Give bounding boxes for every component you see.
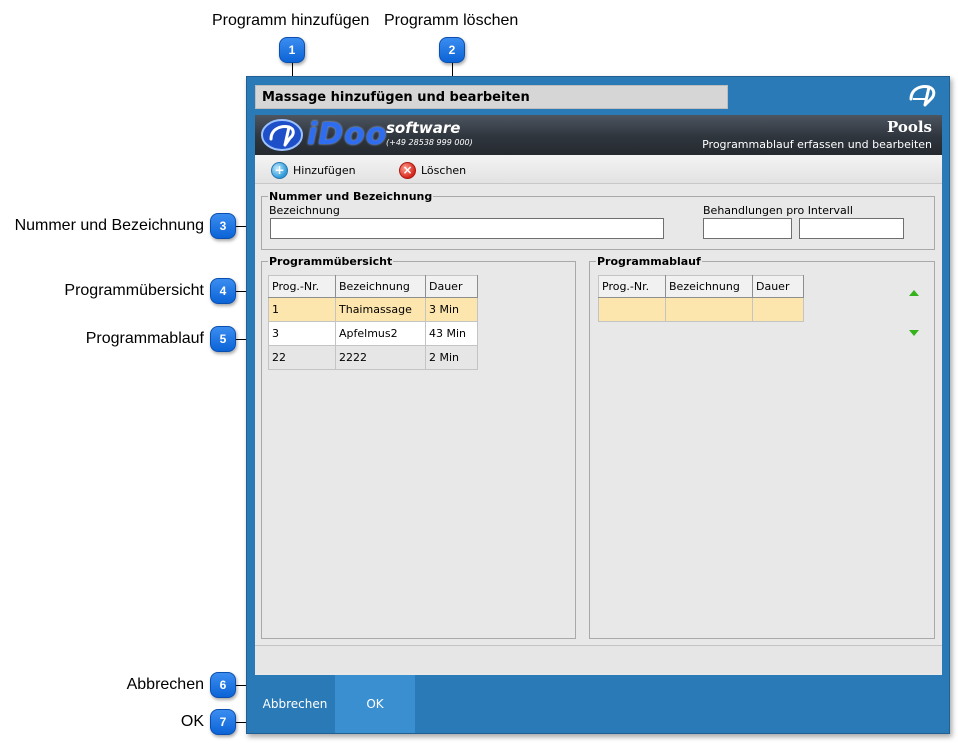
cell-bezeichnung: Thaimassage [335,297,426,322]
cell-prog-nr: 22 [268,345,336,370]
column-header-dauer[interactable]: Dauer [425,275,478,298]
brand-banner: iDoo software (+49 28538 999 000) Pools … [255,115,942,155]
behandlungen-input-1[interactable] [703,218,792,239]
callout-label-uebersicht: Programmübersicht [64,282,204,299]
dialog-content: + Hinzufügen × Löschen Nummer und Bezeic… [255,155,942,675]
programmuebersicht-legend: Programmübersicht [269,255,393,268]
callout-badge-7: 7 [210,709,236,735]
add-program-button[interactable]: + Hinzufügen [271,160,356,180]
cell-prog-nr: 1 [268,297,336,322]
brand-subtitle: software [386,119,461,137]
cell-bezeichnung: Apfelmus2 [335,321,426,346]
toolbar: + Hinzufügen × Löschen [255,155,942,184]
cell-prog-nr: 3 [268,321,336,346]
callout-badge-4: 4 [210,278,236,304]
banner-subtitle: Programmablauf erfassen und bearbeiten [702,138,932,151]
window-title: Massage hinzufügen und bearbeiten [255,85,728,109]
callout-badge-1: 1 [279,37,305,63]
callout-label-nummer: Nummer und Bezeichnung [14,217,204,234]
table-row[interactable]: 22 2222 2 Min [268,345,478,370]
callout-badge-3: 3 [210,213,236,239]
brand-logo-icon [261,119,303,151]
bezeichnung-input[interactable] [270,218,664,239]
idoo-logo-icon [909,85,936,107]
callout-badge-5: 5 [210,326,236,352]
delete-program-button[interactable]: × Löschen [399,160,466,180]
behandlungen-input-2[interactable] [799,218,904,239]
callout-label-delete-program: Programm löschen [384,12,519,29]
cell-prog-nr [598,297,666,322]
cell-dauer: 2 Min [425,345,478,370]
cell-dauer: 43 Min [425,321,478,346]
table-row[interactable]: 3 Apfelmus2 43 Min [268,321,478,346]
programmuebersicht-table: Prog.-Nr. Bezeichnung Dauer 1 Thaimassag… [268,275,478,370]
x-circle-icon: × [399,161,416,179]
column-header-prog-nr[interactable]: Prog.-Nr. [268,275,336,298]
table-row[interactable]: 1 Thaimassage 3 Min [268,297,478,322]
table-row[interactable] [598,297,804,322]
nummer-bezeichnung-legend: Nummer und Bezeichnung [269,190,433,203]
dialog-window: Massage hinzufügen und bearbeiten iDoo s… [246,76,950,734]
delete-program-label: Löschen [421,163,467,177]
status-bar [255,645,942,673]
cell-dauer [752,297,804,322]
callout-label-add-program: Programm hinzufügen [212,12,370,29]
column-header-bezeichnung[interactable]: Bezeichnung [335,275,426,298]
bezeichnung-label: Bezeichnung [269,204,340,217]
cell-bezeichnung: 2222 [335,345,426,370]
programmablauf-legend: Programmablauf [597,255,701,268]
programmablauf-table: Prog.-Nr. Bezeichnung Dauer [598,275,804,322]
arrow-down-icon[interactable] [909,330,919,336]
column-header-prog-nr[interactable]: Prog.-Nr. [598,275,666,298]
plus-circle-icon: + [271,161,288,179]
cancel-button[interactable]: Abbrechen [255,675,335,733]
callout-label-ablauf: Programmablauf [85,330,204,347]
cell-bezeichnung [665,297,753,322]
callout-badge-2: 2 [439,37,465,63]
column-header-dauer[interactable]: Dauer [752,275,804,298]
brand-name: iDoo [307,117,388,152]
callout-label-ok: OK [180,713,204,730]
brand-phone: (+49 28538 999 000) [386,138,473,147]
cell-dauer: 3 Min [425,297,478,322]
column-header-bezeichnung[interactable]: Bezeichnung [665,275,753,298]
banner-title: Pools [886,118,932,136]
arrow-up-icon[interactable] [909,290,919,296]
callout-badge-6: 6 [210,672,236,698]
behandlungen-label: Behandlungen pro Intervall [703,204,853,217]
add-program-label: Hinzufügen [293,163,356,177]
ok-button[interactable]: OK [335,675,415,733]
callout-label-abbrechen: Abbrechen [126,676,204,693]
